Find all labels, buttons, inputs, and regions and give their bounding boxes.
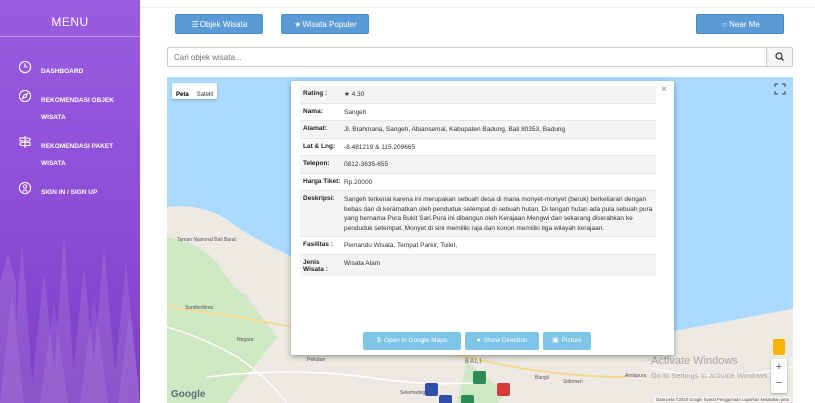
map-label-selemadeg: Selemadeg: [400, 390, 426, 396]
map-label-amlapura: Amlapura: [625, 373, 647, 379]
zoom-out-button[interactable]: −: [771, 375, 787, 391]
table-row: Fasilitas : Pemandu Wisata, Tempat Parki…: [300, 236, 656, 254]
near-me-label: Near Me: [729, 20, 760, 29]
activate-windows-title: Activate Windows: [651, 355, 738, 367]
map-type-switch: Peta Satelit: [172, 83, 218, 99]
info-window: × Rating : ★ 4.30 Nama: Sangeh Alamat: J…: [291, 81, 674, 355]
row-key: Alamat:: [300, 120, 342, 138]
sidebar-item-label: REKOMENDASI OBJEK WISATA: [41, 97, 114, 121]
row-value: Sangeh terkenal karena ini merupakan seb…: [342, 190, 656, 237]
close-icon[interactable]: ×: [661, 84, 667, 95]
dollar-icon: $: [376, 337, 381, 344]
objek-wisata-button[interactable]: ☰Objek Wisata: [175, 14, 263, 34]
list-icon: ☰: [191, 20, 199, 29]
row-value: Jl. Brahmana, Sangeh, Abiansemal, Kabupa…: [342, 120, 656, 138]
wisata-populer-label: Wisata Populer: [302, 20, 357, 29]
map-label-negara: Negara: [237, 337, 254, 343]
row-value: 0812-3635-655: [342, 155, 656, 173]
row-key: Nama:: [300, 102, 342, 121]
target-icon: ○: [722, 20, 728, 29]
table-row: Jenis Wisata : Wisata Alam: [300, 253, 656, 276]
app-root: MENU DASHBOARD REKOMENDASI OBJEK WISATA …: [0, 0, 815, 403]
table-row: Harga Tiket: Rp.20000: [300, 172, 656, 191]
map-pin-icon: ●: [476, 337, 481, 344]
pegman-icon[interactable]: [773, 339, 785, 355]
google-logo: Google: [171, 389, 206, 400]
row-value: Sangeh: [342, 102, 656, 121]
info-table: Rating : ★ 4.30 Nama: Sangeh Alamat: Jl.…: [300, 86, 656, 276]
sidebar-item-sign-in[interactable]: SIGN IN / SIGN UP: [0, 181, 140, 221]
table-row: Alamat: Jl. Brahmana, Sangeh, Abiansemal…: [300, 120, 656, 138]
row-value: ★ 4.30: [342, 86, 656, 103]
fullscreen-icon[interactable]: [773, 82, 787, 96]
table-row: Deskripsi: Sangeh terkenal karena ini me…: [300, 190, 656, 237]
table-row: Nama: Sangeh: [300, 102, 656, 121]
search-button[interactable]: [766, 48, 792, 66]
map-label-bangli: Bangli: [535, 375, 549, 381]
star-icon: ★: [344, 91, 350, 98]
map-marker-red[interactable]: [497, 383, 510, 396]
table-row: Rating : ★ 4.30: [300, 86, 656, 103]
open-in-google-maps-button[interactable]: $ Open in Google Maps: [363, 332, 461, 350]
sidebar-item-rekomendasi-objek[interactable]: REKOMENDASI OBJEK WISATA: [0, 89, 140, 129]
sidebar: MENU DASHBOARD REKOMENDASI OBJEK WISATA …: [0, 0, 140, 403]
row-key: Jenis Wisata :: [300, 253, 342, 276]
show-direction-button[interactable]: ● Show Direction: [465, 332, 539, 350]
row-key: Fasilitas :: [300, 236, 342, 254]
forest-background: [0, 233, 140, 403]
activate-windows-subtitle: Go to Settings to activate Windows.: [651, 371, 770, 380]
picture-label: Picture: [561, 337, 582, 344]
zoom-in-button[interactable]: +: [771, 359, 787, 375]
top-border: [140, 0, 815, 8]
menu-title: MENU: [51, 15, 89, 29]
row-value: -8.481219 & 115.209665: [342, 137, 656, 156]
map-marker-blue[interactable]: [425, 383, 438, 396]
map-label-sidemen: Sidemen: [563, 379, 583, 385]
table-row: Telepon: 0812-3635-655: [300, 155, 656, 173]
row-value: Rp.20000: [342, 172, 656, 191]
objek-wisata-label: Objek Wisata: [199, 20, 248, 29]
compass-icon: [18, 89, 32, 103]
picture-button[interactable]: ▣ Picture: [543, 332, 591, 350]
map-marker-green-2[interactable]: [461, 395, 474, 403]
image-icon: ▣: [552, 337, 559, 344]
clock-icon: [18, 60, 32, 74]
row-key: Telepon:: [300, 155, 342, 173]
map-attribution[interactable]: Data peta ©2018 Google Syarat Penggunaan…: [654, 397, 791, 402]
row-value: Wisata Alam: [342, 253, 656, 276]
direction-label: Show Direction: [483, 337, 528, 344]
map-type-peta[interactable]: Peta: [172, 87, 193, 103]
map-marker-blue-2[interactable]: [439, 395, 452, 403]
sidebar-item-rekomendasi-paket[interactable]: REKOMENDASI PAKET WISATA: [0, 135, 140, 175]
search-bar: [167, 47, 793, 67]
row-key: Rating :: [300, 86, 342, 103]
maps-label: Open in Google Maps: [383, 337, 448, 344]
row-value: Pemandu Wisata, Tempat Parkir, Toilet,: [342, 236, 656, 254]
wisata-populer-button[interactable]: ★Wisata Populer: [281, 14, 369, 34]
user-circle-icon: [18, 181, 32, 195]
menu-divider: [0, 36, 140, 37]
sidebar-item-label: SIGN IN / SIGN UP: [41, 189, 98, 196]
map-type-satelit[interactable]: Satelit: [193, 87, 218, 103]
sidebar-item-label: REKOMENDASI PAKET WISATA: [41, 143, 114, 167]
rating-value: 4.30: [351, 91, 365, 98]
map-label-pekutan: Pekutan: [307, 357, 326, 363]
map-marker-nature[interactable]: [473, 371, 486, 384]
zoom-control: + −: [771, 359, 787, 393]
sidebar-item-label: DASHBOARD: [41, 68, 84, 75]
table-row: Lat & Lng: -8.481219 & 115.209665: [300, 137, 656, 156]
map-label-taman: Taman Nasional Bali Barat: [177, 237, 236, 243]
row-key: Harga Tiket:: [300, 172, 342, 191]
search-input[interactable]: [168, 48, 766, 66]
row-key: Lat & Lng:: [300, 137, 342, 156]
map-label-sumberkima: Sumberkima: [185, 305, 214, 311]
signpost-icon: [18, 136, 32, 148]
row-key: Deskripsi:: [300, 190, 342, 237]
search-icon: [775, 52, 784, 61]
map-label-bali: BALI: [465, 359, 483, 365]
near-me-button[interactable]: ○ Near Me: [696, 14, 784, 34]
